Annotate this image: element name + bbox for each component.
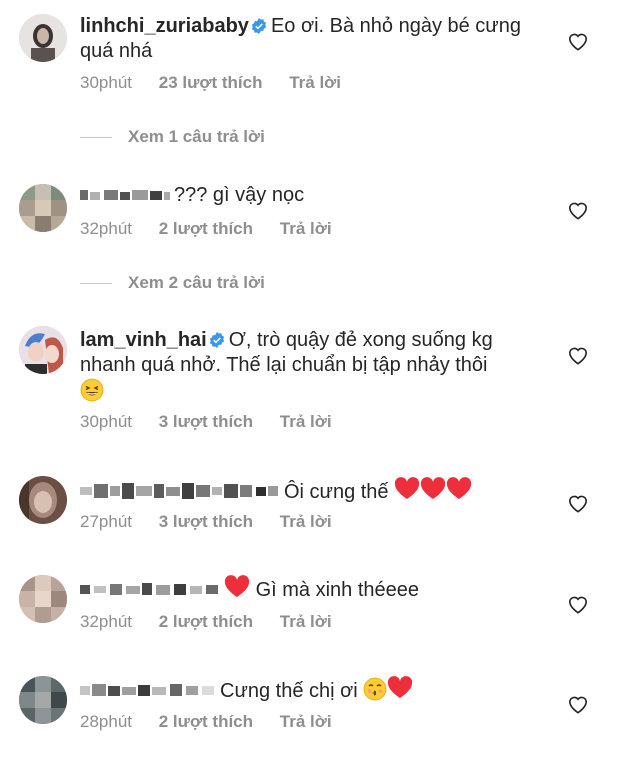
comment-meta: 32phút 2 lượt thích Trả lời bbox=[80, 612, 354, 632]
comment-likes[interactable]: 3 lượt thích bbox=[159, 412, 253, 431]
comment-body: Cưng thế chị ơi bbox=[220, 680, 358, 702]
red-heart-emoji-icon bbox=[446, 477, 472, 499]
comment-text: ??? gì vậy nọc bbox=[80, 183, 550, 208]
avatar[interactable] bbox=[19, 184, 67, 232]
comment-likes[interactable]: 3 lượt thích bbox=[159, 512, 253, 531]
kissing-face-emoji-icon bbox=[363, 677, 387, 701]
verified-badge-icon bbox=[251, 18, 267, 34]
reply-button[interactable]: Trả lời bbox=[280, 412, 332, 431]
divider-line bbox=[80, 136, 112, 138]
divider-line bbox=[80, 282, 112, 284]
heart-outline-icon[interactable] bbox=[567, 694, 589, 714]
reply-button[interactable]: Trả lời bbox=[280, 712, 332, 731]
verified-badge-icon bbox=[209, 332, 224, 348]
red-heart-emoji-icon bbox=[388, 676, 413, 698]
comment-text: Cưng thế chị ơi bbox=[80, 676, 550, 704]
comment-likes[interactable]: 2 lượt thích bbox=[159, 219, 253, 238]
reply-button[interactable]: Trả lời bbox=[280, 612, 332, 631]
reply-button[interactable]: Trả lời bbox=[289, 73, 341, 92]
blurred-username[interactable] bbox=[80, 186, 170, 204]
red-heart-emoji-icon bbox=[394, 477, 420, 499]
comment-meta: 32phút 2 lượt thích Trả lời bbox=[80, 219, 354, 239]
comment-body: ??? gì vậy nọc bbox=[174, 184, 305, 206]
comment-time[interactable]: 27phút bbox=[80, 512, 132, 531]
heart-outline-icon[interactable] bbox=[567, 345, 589, 365]
heart-outline-icon[interactable] bbox=[567, 200, 589, 220]
comment-meta: 30phút 3 lượt thích Trả lời bbox=[80, 412, 354, 432]
blurred-username[interactable] bbox=[80, 481, 280, 501]
comment-username[interactable]: lam_vinh_hai bbox=[80, 329, 207, 351]
comment-body: Ôi cưng thế bbox=[284, 481, 389, 503]
avatar[interactable] bbox=[19, 575, 67, 623]
view-replies-button[interactable]: Xem 1 câu trả lời bbox=[80, 127, 265, 147]
avatar[interactable] bbox=[19, 476, 67, 524]
view-replies-button[interactable]: Xem 2 câu trả lời bbox=[80, 273, 265, 293]
comment-likes[interactable]: 2 lượt thích bbox=[159, 612, 253, 631]
avatar[interactable] bbox=[19, 14, 67, 62]
avatar[interactable] bbox=[19, 676, 67, 724]
comment-meta: 27phút 3 lượt thích Trả lời bbox=[80, 512, 354, 532]
comment-likes[interactable]: 23 lượt thích bbox=[159, 73, 263, 92]
comment-text: lam_vinh_hai Ơ, trò quậy đẻ xong suống kg… bbox=[80, 328, 550, 405]
comment-body: Gì mà xinh théeee bbox=[255, 579, 419, 601]
avatar[interactable] bbox=[19, 326, 67, 374]
heart-outline-icon[interactable] bbox=[567, 493, 589, 513]
comment-username[interactable]: linhchi_zuriababy bbox=[80, 15, 249, 37]
comment-time[interactable]: 32phút bbox=[80, 219, 132, 238]
red-heart-emoji-icon bbox=[224, 575, 250, 597]
grinning-squinting-face-emoji-icon bbox=[80, 378, 104, 402]
blurred-username[interactable] bbox=[80, 579, 220, 599]
comment-text: linhchi_zuriababy Eo ơi. Bà nhỏ ngày bé c… bbox=[80, 14, 550, 64]
red-heart-emoji-icon bbox=[420, 477, 446, 499]
view-replies-label: Xem 1 câu trả lời bbox=[128, 127, 265, 146]
blurred-username[interactable] bbox=[80, 680, 216, 700]
comment-time[interactable]: 28phút bbox=[80, 712, 132, 731]
comment-text: Gì mà xinh théeee bbox=[80, 575, 550, 603]
comment-time[interactable]: 30phút bbox=[80, 412, 132, 431]
comment-meta: 28phút 2 lượt thích Trả lời bbox=[80, 712, 354, 732]
comment-likes[interactable]: 2 lượt thích bbox=[159, 712, 253, 731]
comment-meta: 30phút 23 lượt thích Trả lời bbox=[80, 73, 363, 93]
comment-time[interactable]: 32phút bbox=[80, 612, 132, 631]
heart-outline-icon[interactable] bbox=[567, 31, 589, 51]
reply-button[interactable]: Trả lời bbox=[280, 219, 332, 238]
heart-outline-icon[interactable] bbox=[567, 594, 589, 614]
reply-button[interactable]: Trả lời bbox=[280, 512, 332, 531]
view-replies-label: Xem 2 câu trả lời bbox=[128, 273, 265, 292]
comment-text: Ôi cưng thế bbox=[80, 477, 550, 505]
comment-time[interactable]: 30phút bbox=[80, 73, 132, 92]
